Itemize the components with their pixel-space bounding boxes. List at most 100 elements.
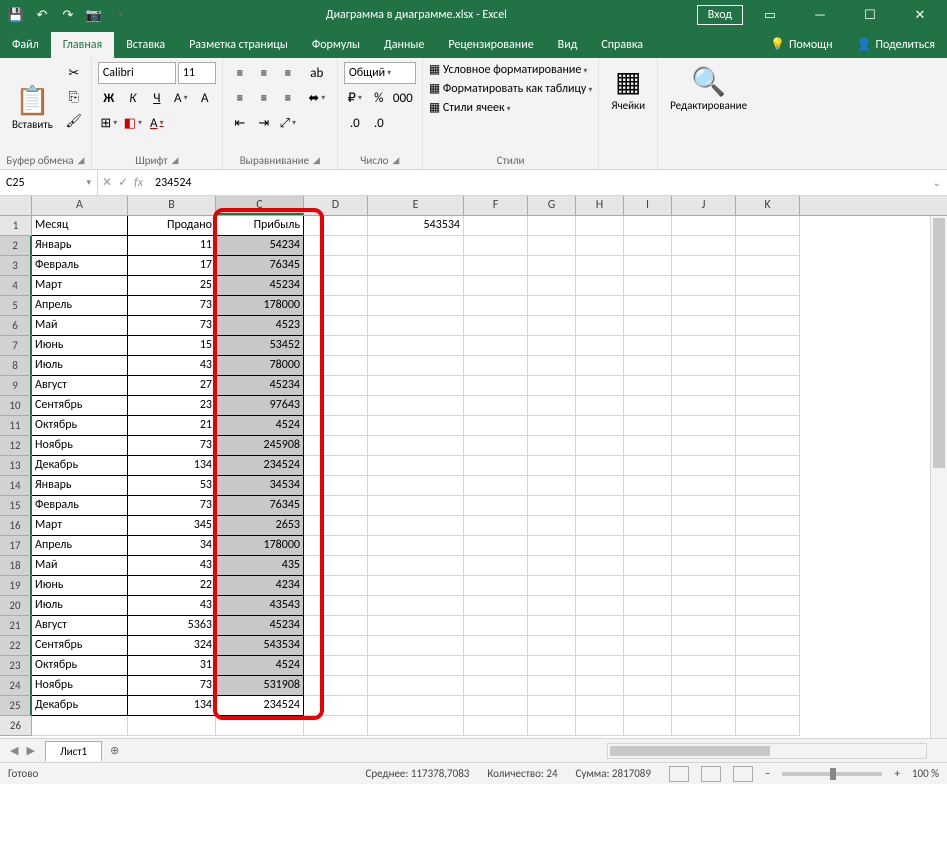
row-header[interactable]: 3 bbox=[0, 256, 32, 276]
cell[interactable] bbox=[736, 356, 800, 376]
cell[interactable] bbox=[736, 576, 800, 596]
cell[interactable] bbox=[528, 396, 576, 416]
fill-color-icon[interactable]: ◧ bbox=[122, 112, 144, 134]
cell[interactable] bbox=[304, 576, 368, 596]
cell[interactable]: 43 bbox=[128, 596, 216, 616]
cell[interactable] bbox=[304, 416, 368, 436]
cell[interactable] bbox=[624, 476, 672, 496]
view-normal-icon[interactable] bbox=[669, 766, 689, 782]
cell[interactable]: 4524 bbox=[216, 416, 304, 436]
cell[interactable]: Февраль bbox=[32, 496, 128, 516]
row-header[interactable]: 7 bbox=[0, 336, 32, 356]
dialog-launcher-icon[interactable]: ◢ bbox=[171, 155, 178, 166]
cell[interactable] bbox=[464, 296, 528, 316]
zoom-level[interactable]: 100 % bbox=[912, 767, 939, 780]
cell[interactable]: 97643 bbox=[216, 396, 304, 416]
cell[interactable] bbox=[528, 676, 576, 696]
cell[interactable]: Июль bbox=[32, 596, 128, 616]
cell[interactable] bbox=[576, 676, 624, 696]
col-header-J[interactable]: J bbox=[672, 196, 736, 215]
cell[interactable] bbox=[368, 476, 464, 496]
font-size-select[interactable]: 11 bbox=[178, 62, 216, 84]
cell[interactable] bbox=[304, 356, 368, 376]
fx-icon[interactable]: fx bbox=[134, 176, 143, 190]
cell[interactable] bbox=[528, 316, 576, 336]
wrap-text-icon[interactable]: ab bbox=[303, 62, 331, 84]
cell[interactable] bbox=[528, 696, 576, 716]
cell[interactable] bbox=[624, 276, 672, 296]
cell[interactable] bbox=[368, 316, 464, 336]
cell[interactable]: 11 bbox=[128, 236, 216, 256]
cell[interactable] bbox=[736, 696, 800, 716]
cell[interactable] bbox=[304, 216, 368, 236]
cell[interactable] bbox=[304, 376, 368, 396]
cell[interactable] bbox=[464, 556, 528, 576]
cell[interactable] bbox=[736, 556, 800, 576]
zoom-out-icon[interactable]: − bbox=[765, 767, 770, 780]
cell[interactable] bbox=[304, 296, 368, 316]
cell[interactable] bbox=[528, 536, 576, 556]
format-painter-icon[interactable]: 🖌 bbox=[63, 110, 85, 132]
cell[interactable]: 73 bbox=[128, 436, 216, 456]
cell[interactable]: Май bbox=[32, 316, 128, 336]
cell[interactable] bbox=[736, 436, 800, 456]
cell[interactable] bbox=[736, 676, 800, 696]
cell[interactable] bbox=[736, 276, 800, 296]
dialog-launcher-icon[interactable]: ◢ bbox=[313, 155, 320, 166]
cell[interactable] bbox=[672, 296, 736, 316]
border-icon[interactable]: ⊞ bbox=[98, 112, 120, 134]
cut-icon[interactable]: ✂ bbox=[63, 62, 85, 84]
cell[interactable] bbox=[368, 376, 464, 396]
cell[interactable]: Продано bbox=[128, 216, 216, 236]
cell[interactable] bbox=[672, 276, 736, 296]
cell[interactable] bbox=[624, 496, 672, 516]
cell[interactable] bbox=[624, 416, 672, 436]
decrease-indent-icon[interactable]: ⇤ bbox=[229, 112, 251, 134]
cell[interactable] bbox=[528, 456, 576, 476]
cell[interactable]: Август bbox=[32, 376, 128, 396]
cell[interactable] bbox=[624, 676, 672, 696]
decrease-decimal-icon[interactable]: .0 bbox=[368, 112, 390, 134]
row-header[interactable]: 12 bbox=[0, 436, 32, 456]
cell[interactable]: Июль bbox=[32, 356, 128, 376]
cell[interactable]: 25 bbox=[128, 276, 216, 296]
cell[interactable]: Январь bbox=[32, 476, 128, 496]
cell[interactable] bbox=[528, 496, 576, 516]
tab-home[interactable]: Главная bbox=[51, 32, 114, 58]
cell[interactable] bbox=[464, 416, 528, 436]
cell[interactable] bbox=[304, 256, 368, 276]
cell[interactable] bbox=[528, 356, 576, 376]
align-center-icon[interactable]: ≡ bbox=[253, 87, 275, 109]
cell[interactable] bbox=[368, 436, 464, 456]
cell[interactable] bbox=[368, 236, 464, 256]
cell[interactable] bbox=[528, 376, 576, 396]
cell[interactable] bbox=[464, 396, 528, 416]
cell[interactable]: 43543 bbox=[216, 596, 304, 616]
cell[interactable] bbox=[672, 436, 736, 456]
font-name-select[interactable]: Calibri bbox=[98, 62, 176, 84]
cell[interactable] bbox=[576, 636, 624, 656]
undo-icon[interactable]: ↶ bbox=[34, 7, 50, 23]
cell[interactable]: Декабрь bbox=[32, 696, 128, 716]
cell[interactable] bbox=[576, 216, 624, 236]
zoom-in-icon[interactable]: + bbox=[894, 767, 899, 780]
cell[interactable] bbox=[672, 416, 736, 436]
row-header[interactable]: 2 bbox=[0, 236, 32, 256]
cell[interactable] bbox=[672, 236, 736, 256]
cell[interactable] bbox=[624, 396, 672, 416]
share-button[interactable]: 👤Поделиться bbox=[845, 31, 947, 58]
cell[interactable] bbox=[736, 336, 800, 356]
cell[interactable]: 15 bbox=[128, 336, 216, 356]
comma-icon[interactable]: 000 bbox=[392, 87, 414, 109]
cell[interactable] bbox=[304, 536, 368, 556]
cell[interactable] bbox=[576, 656, 624, 676]
cell[interactable] bbox=[304, 316, 368, 336]
align-left-icon[interactable]: ≡ bbox=[229, 87, 251, 109]
cell[interactable]: Ноябрь bbox=[32, 436, 128, 456]
cell[interactable]: Сентябрь bbox=[32, 396, 128, 416]
cell[interactable]: 4234 bbox=[216, 576, 304, 596]
cell[interactable] bbox=[368, 356, 464, 376]
cell[interactable] bbox=[304, 236, 368, 256]
cell[interactable] bbox=[624, 576, 672, 596]
font-color-icon[interactable]: A bbox=[146, 112, 168, 134]
